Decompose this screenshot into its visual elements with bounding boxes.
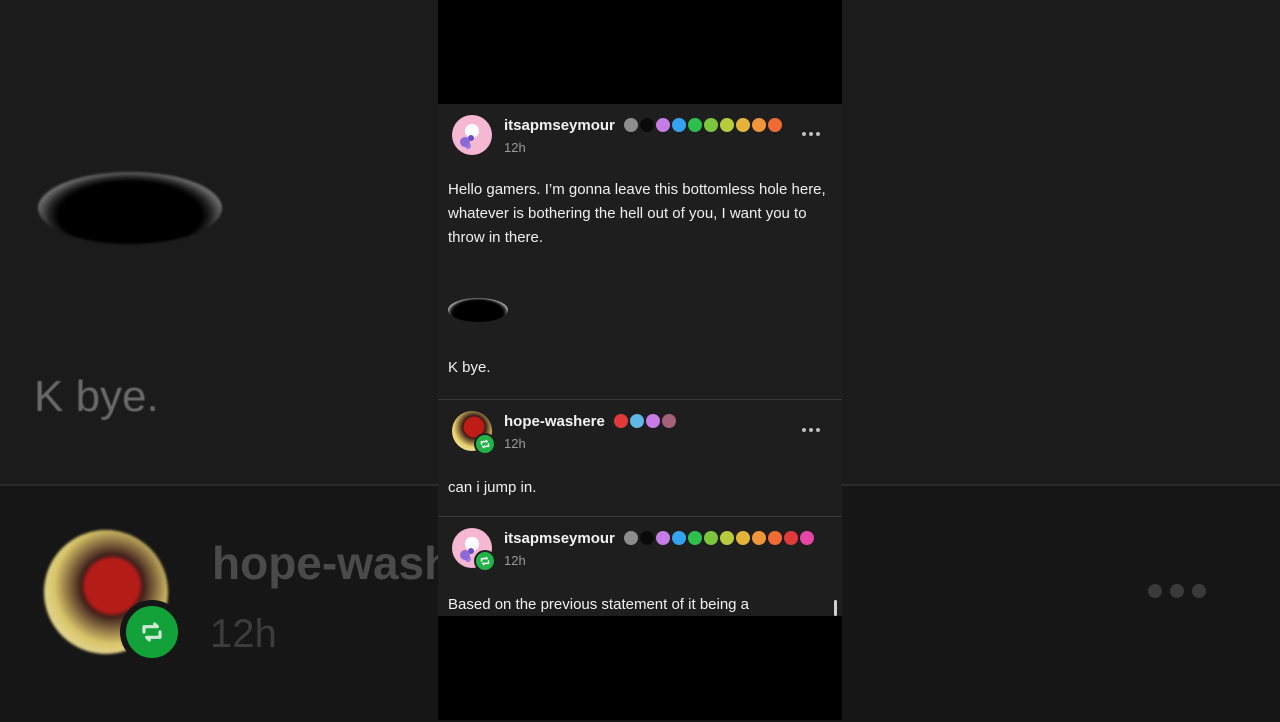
badge-icon <box>784 531 798 545</box>
badge-icon <box>752 531 766 545</box>
post-text: K bye. <box>448 359 491 376</box>
hole-image <box>448 298 508 322</box>
background-caption: K bye. <box>34 372 159 421</box>
avatar[interactable] <box>452 115 492 155</box>
timestamp: 12h <box>504 140 526 155</box>
username[interactable]: hope-washere <box>504 413 605 430</box>
badge-icon <box>720 118 734 132</box>
post-body: Hello gamers. I’m gonna leave this botto… <box>438 162 842 380</box>
badge-icon <box>614 414 628 428</box>
post-body: can i jump in. <box>438 458 842 500</box>
post-header: itsapmseymour 12h <box>438 104 842 162</box>
post-item: itsapmseymour 12h Hello gamers. I’m gonn… <box>438 104 842 400</box>
post-text: Based on the previous statement of it be… <box>448 596 750 613</box>
badge-icon <box>624 531 638 545</box>
badge-icon <box>720 531 734 545</box>
badge-icon <box>672 531 686 545</box>
scrollbar[interactable] <box>834 600 837 616</box>
badge-icon <box>662 414 676 428</box>
badge-icon <box>704 118 718 132</box>
badge-icon <box>672 118 686 132</box>
phone-frame: itsapmseymour 12h Hello gamers. I’m gonn… <box>438 0 842 720</box>
badge-icon <box>688 531 702 545</box>
reblog-icon <box>474 433 496 455</box>
badge-icon <box>736 531 750 545</box>
badge-icon <box>640 531 654 545</box>
badge-icon <box>800 531 814 545</box>
badge-icon <box>688 118 702 132</box>
badge-icon <box>656 118 670 132</box>
timestamp: 12h <box>504 436 526 451</box>
user-badges <box>614 414 676 428</box>
badge-icon <box>736 118 750 132</box>
post-item: hope-washere 12h can i jump in. <box>438 400 842 517</box>
reblog-icon <box>474 550 496 572</box>
badge-icon <box>752 118 766 132</box>
post-text: can i jump in. <box>448 479 537 496</box>
badge-icon <box>640 118 654 132</box>
badge-icon <box>704 531 718 545</box>
username[interactable]: itsapmseymour <box>504 530 615 547</box>
background-hole-image <box>38 172 222 244</box>
timestamp: 12h <box>504 553 526 568</box>
post-text: Hello gamers. I’m gonna leave this botto… <box>448 181 826 246</box>
badge-icon <box>768 531 782 545</box>
post-header: hope-washere 12h <box>438 400 842 458</box>
background-reblog-icon <box>120 600 184 664</box>
badge-icon <box>768 118 782 132</box>
badge-icon <box>646 414 660 428</box>
badge-icon <box>624 118 638 132</box>
more-horizontal-icon[interactable] <box>802 132 820 136</box>
badge-icon <box>630 414 644 428</box>
badge-icon <box>656 531 670 545</box>
background-time: 12h <box>210 612 277 656</box>
user-badges <box>624 531 814 545</box>
more-horizontal-icon[interactable] <box>802 428 820 432</box>
post-body: Based on the previous statement of it be… <box>438 575 842 616</box>
user-badges <box>624 118 782 132</box>
username[interactable]: itsapmseymour <box>504 117 615 134</box>
background-more-icon <box>1148 584 1214 603</box>
background-username: hope-washere <box>212 537 438 589</box>
post-header: itsapmseymour 12h <box>438 517 842 575</box>
post-item: itsapmseymour 12h Based on the previous … <box>438 517 842 616</box>
post-thread[interactable]: itsapmseymour 12h Hello gamers. I’m gonn… <box>438 104 842 616</box>
